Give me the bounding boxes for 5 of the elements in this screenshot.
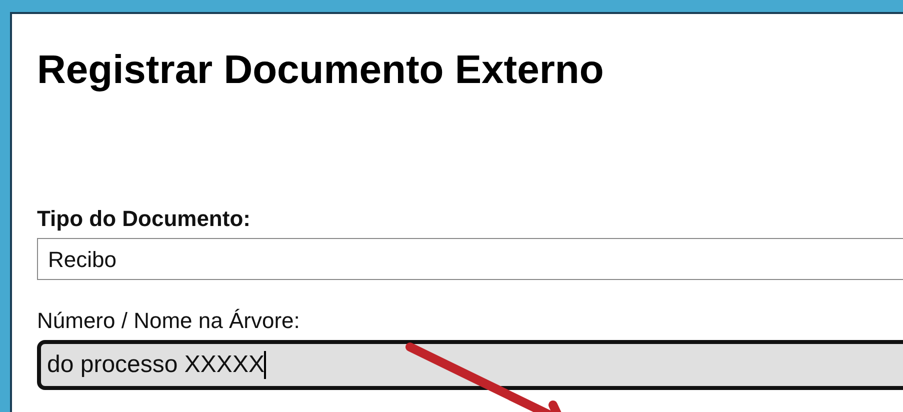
- document-type-select[interactable]: Recibo: [37, 238, 903, 280]
- field-label: Tipo do Documento:: [37, 206, 250, 232]
- page-title: Registrar Documento Externo: [37, 47, 604, 94]
- field-label: Número / Nome na Árvore:: [37, 308, 300, 334]
- name-input-field[interactable]: do processo XXXXX: [37, 340, 903, 390]
